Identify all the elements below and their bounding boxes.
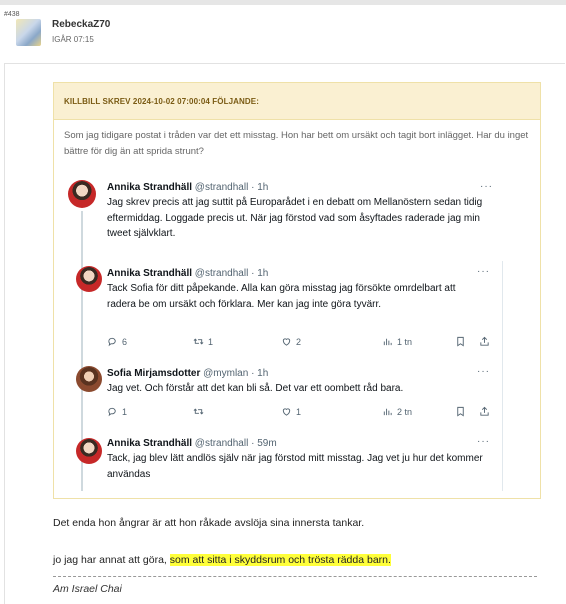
like-icon bbox=[282, 408, 291, 416]
quote-header: KILLBILL SKREV 2024-10-02 07:00:04 FÖLJA… bbox=[54, 83, 540, 120]
views-icon bbox=[383, 408, 392, 416]
more-icon[interactable]: ··· bbox=[477, 266, 490, 277]
reply-icon bbox=[108, 337, 116, 347]
reply-count: 6 bbox=[122, 336, 128, 347]
views-button[interactable]: 1 tn bbox=[382, 336, 412, 347]
reply-count: 1 bbox=[122, 406, 128, 417]
post-username[interactable]: RebeckaZ70 bbox=[52, 19, 110, 30]
reply-button[interactable]: 6 bbox=[107, 336, 127, 347]
share-icon bbox=[480, 336, 489, 346]
signature-divider bbox=[53, 576, 537, 577]
bookmark-icon bbox=[457, 336, 464, 347]
views-icon bbox=[383, 338, 392, 346]
more-icon[interactable]: ··· bbox=[477, 366, 490, 377]
views-button[interactable]: 2 tn bbox=[382, 406, 412, 417]
share-button[interactable] bbox=[479, 406, 490, 417]
retweet-button[interactable] bbox=[193, 406, 208, 417]
post-number[interactable]: #438 bbox=[4, 11, 20, 18]
thread-divider bbox=[502, 261, 503, 491]
tweet-actions: 1 1 2 tn bbox=[107, 406, 497, 422]
avatar[interactable] bbox=[16, 19, 41, 46]
tweet-handle: @strandhall · 1h bbox=[194, 182, 269, 193]
tweet-name: Annika Strandhäll bbox=[107, 438, 193, 449]
retweet-icon bbox=[193, 338, 204, 345]
retweet-button[interactable]: 1 bbox=[193, 336, 213, 347]
highlighted-text: som att sitta i skyddsrum och trösta räd… bbox=[169, 554, 391, 566]
tweet-avatar[interactable] bbox=[76, 366, 102, 392]
top-divider bbox=[0, 0, 566, 5]
bookmark-icon bbox=[457, 406, 464, 417]
like-count: 1 bbox=[296, 406, 302, 417]
retweet-icon bbox=[193, 408, 204, 415]
like-icon bbox=[282, 338, 291, 346]
like-button[interactable]: 1 bbox=[281, 406, 301, 417]
tweet-handle: @strandhall · 59m bbox=[194, 438, 277, 449]
tweet-author[interactable]: Annika Strandhäll @strandhall · 1h bbox=[107, 268, 268, 279]
quote-text: Som jag tidigare postat i tråden var det… bbox=[64, 130, 529, 157]
post-time: IGÅR 07:15 bbox=[52, 35, 94, 44]
tweet-handle: @mymlan · 1h bbox=[203, 368, 269, 379]
body-plain-text: jo jag har annat att göra, bbox=[53, 554, 170, 566]
tweet-text: Jag vet. Och förstår att det kan bli så.… bbox=[107, 383, 404, 394]
tweet-avatar[interactable] bbox=[68, 180, 96, 208]
tweet-name: Annika Strandhäll bbox=[107, 182, 193, 193]
tweet-text: Tack Sofia för ditt påpekande. Alla kan … bbox=[107, 283, 456, 310]
post-body-line: Det enda hon ångrar är att hon råkade av… bbox=[53, 517, 365, 529]
post-body-line: jo jag har annat att göra, som att sitta… bbox=[53, 554, 391, 566]
quote-block: KILLBILL SKREV 2024-10-02 07:00:04 FÖLJA… bbox=[53, 82, 541, 499]
like-button[interactable]: 2 bbox=[281, 336, 301, 347]
tweet-name: Annika Strandhäll bbox=[107, 268, 193, 279]
views-count: 1 tn bbox=[397, 336, 413, 347]
bookmark-button[interactable] bbox=[455, 336, 466, 347]
tweet-handle: @strandhall · 1h bbox=[194, 268, 269, 279]
retweet-count: 1 bbox=[208, 336, 214, 347]
tweet-avatar[interactable] bbox=[76, 266, 102, 292]
signature: Am Israel Chai bbox=[53, 583, 122, 595]
tweet-text: Tack, jag blev lätt andlös själv när jag… bbox=[107, 453, 483, 480]
reply-button[interactable]: 1 bbox=[107, 406, 127, 417]
tweet-actions: 6 1 2 1 tn bbox=[107, 336, 497, 352]
reply-icon bbox=[108, 407, 116, 417]
tweet-text: Jag skrev precis att jag suttit på Europ… bbox=[107, 197, 483, 239]
tweet-avatar[interactable] bbox=[76, 438, 102, 464]
bookmark-button[interactable] bbox=[455, 406, 466, 417]
tweet-name: Sofia Mirjamsdotter bbox=[107, 368, 201, 379]
share-icon bbox=[480, 406, 489, 416]
tweet-author[interactable]: Annika Strandhäll @strandhall · 1h bbox=[107, 182, 268, 193]
views-count: 2 tn bbox=[397, 406, 413, 417]
tweet-author[interactable]: Annika Strandhäll @strandhall · 59m bbox=[107, 438, 277, 449]
quote-header-text: KILLBILL SKREV 2024-10-02 07:00:04 FÖLJA… bbox=[64, 97, 259, 106]
share-button[interactable] bbox=[479, 336, 490, 347]
more-icon[interactable]: ··· bbox=[477, 436, 490, 447]
like-count: 2 bbox=[296, 336, 302, 347]
tweet-author[interactable]: Sofia Mirjamsdotter @mymlan · 1h bbox=[107, 368, 268, 379]
more-icon[interactable]: ··· bbox=[480, 181, 493, 192]
